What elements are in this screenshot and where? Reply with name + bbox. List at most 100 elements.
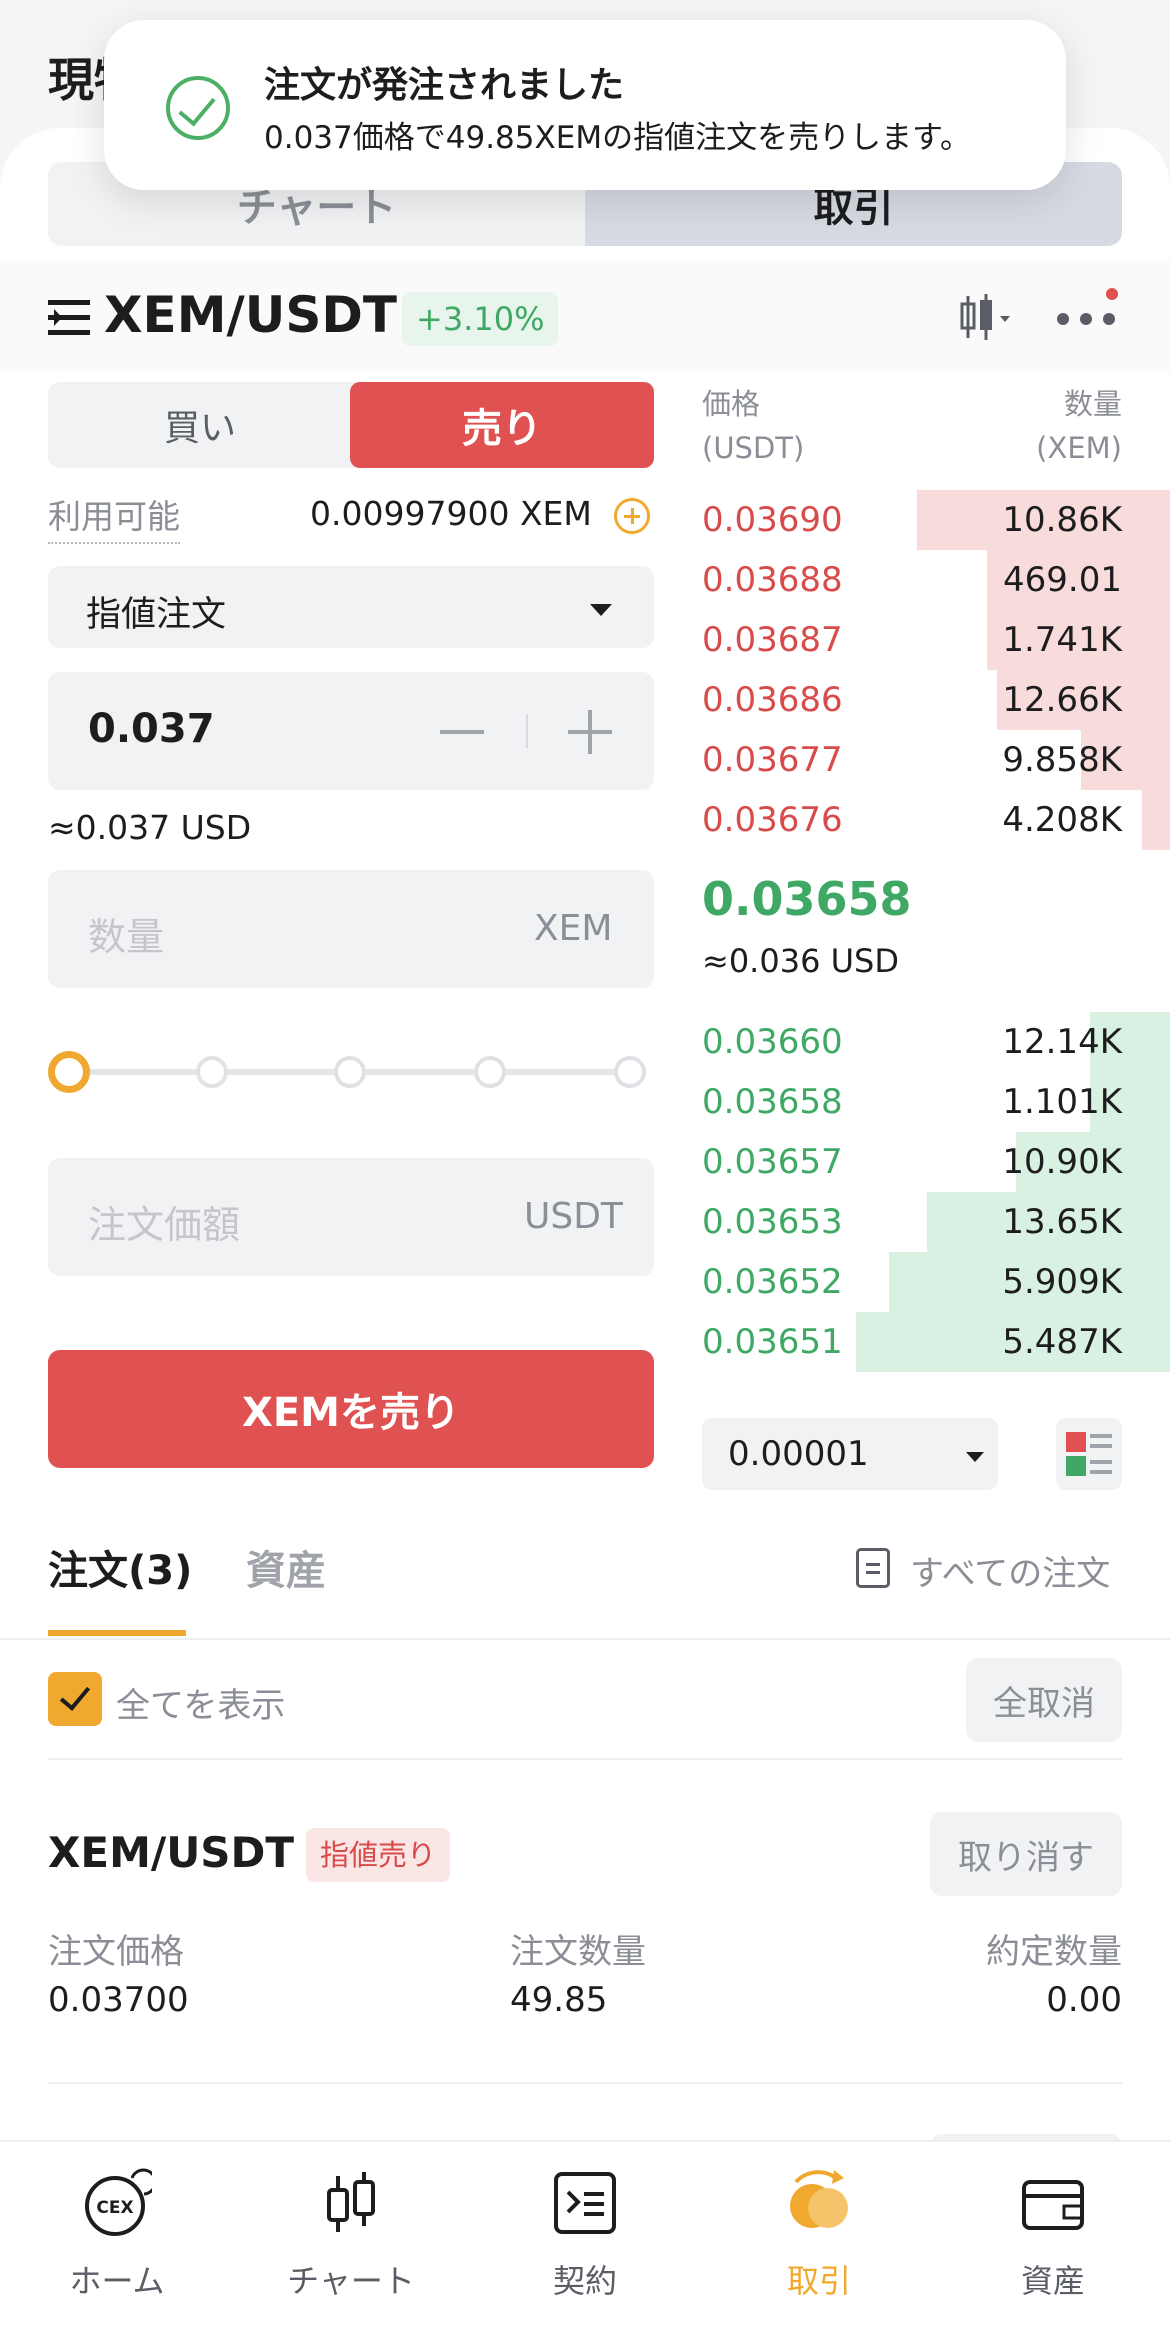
buy-tab[interactable]: 買い (48, 382, 352, 468)
order-total-placeholder: 注文価額 (88, 1203, 241, 1247)
tab-divider (0, 1638, 1170, 1640)
ask-row[interactable]: 0.03688 469.01 (702, 550, 1170, 610)
bid-row[interactable]: 0.03658 1.101K (702, 1072, 1170, 1132)
orderbook-layout-icon (1066, 1432, 1112, 1476)
price-value: 0.037 (88, 706, 215, 752)
order-price-value: 0.03700 (48, 1980, 189, 2020)
pair-menu-icon[interactable] (48, 298, 90, 338)
bid-row[interactable]: 0.03651 5.487K (702, 1312, 1170, 1372)
pair-symbol[interactable]: XEM/USDT (104, 286, 397, 344)
bid-row[interactable]: 0.03660 12.14K (702, 1012, 1170, 1072)
active-tab-indicator (48, 1630, 186, 1636)
order-qty-label: 注文数量 (510, 1932, 646, 1972)
nav-home[interactable]: CEX ホーム (0, 2150, 234, 2320)
toast-message: 0.037価格で49.85XEMの指値注文を売りします。 (264, 120, 971, 156)
order-filled-value: 0.00 (1046, 1980, 1122, 2020)
cex-home-icon: CEX (85, 2168, 152, 2236)
price-change-badge: +3.10% (402, 292, 559, 346)
bid-quantity: 5.909K (1002, 1262, 1122, 1302)
more-options-icon[interactable] (1056, 312, 1116, 326)
orderbook-qty-header: 数量 (XEM) (1036, 382, 1122, 470)
last-price: 0.03658 (702, 872, 912, 926)
order-type-value: 指値注文 (86, 595, 227, 635)
quantity-unit: XEM (534, 908, 613, 949)
price-usd-equivalent: ≈0.037 USD (48, 808, 252, 847)
bid-price: 0.03660 (702, 1022, 843, 1062)
bid-price: 0.03653 (702, 1202, 843, 1242)
bid-row[interactable]: 0.03652 5.909K (702, 1252, 1170, 1312)
last-price-usd: ≈0.036 USD (702, 942, 899, 980)
available-label[interactable]: 利用可能 (48, 490, 180, 544)
cancel-order-button[interactable]: 取り消す (930, 1812, 1122, 1896)
bid-quantity: 1.101K (1002, 1082, 1122, 1122)
increase-price-icon[interactable] (568, 710, 612, 754)
bid-row[interactable]: 0.03653 13.65K (702, 1192, 1170, 1252)
order-divider (48, 2082, 1122, 2084)
slider-mark-25[interactable] (196, 1056, 228, 1088)
ask-row[interactable]: 0.03677 9.858K (702, 730, 1170, 790)
candlestick-icon (327, 2172, 375, 2232)
orderbook-price-header: 価格 (USDT) (702, 382, 804, 470)
sell-tab[interactable]: 売り (350, 382, 654, 468)
order-total-unit: USDT (524, 1196, 623, 1237)
ask-row[interactable]: 0.03690 10.86K (702, 490, 1170, 550)
bid-quantity: 5.487K (1002, 1322, 1122, 1362)
ask-price: 0.03686 (702, 680, 843, 720)
tab-assets[interactable]: 資産 (246, 1538, 326, 1596)
toast-title: 注文が発注されました (264, 65, 625, 106)
bid-price: 0.03652 (702, 1262, 843, 1302)
tab-open-orders[interactable]: 注文(3) (48, 1538, 192, 1596)
available-balance: 0.00997900 XEM (310, 494, 592, 533)
wallet-icon (1022, 2180, 1084, 2230)
show-all-checkbox[interactable] (48, 1672, 102, 1726)
contract-icon (554, 2172, 616, 2234)
ask-quantity: 12.66K (1002, 680, 1122, 720)
ask-quantity: 469.01 (1003, 560, 1122, 600)
trade-icon (790, 2170, 848, 2228)
nav-assets[interactable]: 資産 (936, 2150, 1170, 2320)
candlestick-chart-icon[interactable] (958, 290, 1016, 344)
ask-row[interactable]: 0.03686 12.66K (702, 670, 1170, 730)
ask-quantity: 4.208K (1002, 800, 1122, 840)
slider-mark-100[interactable] (614, 1056, 646, 1088)
ask-price: 0.03687 (702, 620, 843, 660)
nav-contract[interactable]: 契約 (468, 2150, 702, 2320)
list-divider (48, 1758, 1122, 1760)
order-placed-toast: 注文が発注されました 0.037価格で49.85XEMの指値注文を売りします。 (104, 20, 1066, 190)
chevron-down-icon (966, 1452, 984, 1462)
document-icon[interactable] (856, 1548, 890, 1588)
nav-label-chart: チャート (287, 2262, 415, 2300)
nav-label-trade: 取引 (786, 2262, 851, 2300)
order-pair: XEM/USDT (48, 1828, 295, 1877)
order-filled-label: 約定数量 (986, 1932, 1122, 1972)
check-circle-icon (166, 76, 230, 140)
nav-trade[interactable]: 取引 (702, 2150, 936, 2320)
ask-row[interactable]: 0.03687 1.741K (702, 610, 1170, 670)
ask-price: 0.03676 (702, 800, 843, 840)
nav-label-contract: 契約 (552, 2262, 617, 2300)
bid-quantity: 12.14K (1002, 1022, 1122, 1062)
submit-sell-button[interactable]: XEMを売り (48, 1350, 654, 1468)
bid-row[interactable]: 0.03657 10.90K (702, 1132, 1170, 1192)
all-orders-link[interactable]: すべての注文 (910, 1546, 1110, 1595)
ask-quantity: 1.741K (1002, 620, 1122, 660)
order-type-badge: 指値売り (306, 1828, 451, 1882)
cancel-all-button[interactable]: 全取消 (966, 1658, 1122, 1742)
bid-quantity: 13.65K (1002, 1202, 1122, 1242)
book-layout-toggle[interactable] (1056, 1418, 1122, 1490)
ask-quantity: 9.858K (1002, 740, 1122, 780)
ask-quantity: 10.86K (1002, 500, 1122, 540)
bid-price: 0.03651 (702, 1322, 843, 1362)
decrease-price-icon[interactable] (440, 730, 484, 734)
precision-value: 0.00001 (728, 1434, 869, 1474)
slider-mark-50[interactable] (334, 1056, 366, 1088)
chevron-down-icon (590, 604, 612, 616)
add-funds-icon[interactable] (614, 498, 650, 534)
slider-handle[interactable] (48, 1051, 90, 1093)
ask-row[interactable]: 0.03676 4.208K (702, 790, 1170, 850)
slider-mark-75[interactable] (474, 1056, 506, 1088)
order-qty-value: 49.85 (510, 1980, 608, 2020)
ask-price: 0.03688 (702, 560, 843, 600)
qty-header-label: 数量 (1063, 387, 1122, 421)
nav-chart[interactable]: チャート (234, 2150, 468, 2320)
